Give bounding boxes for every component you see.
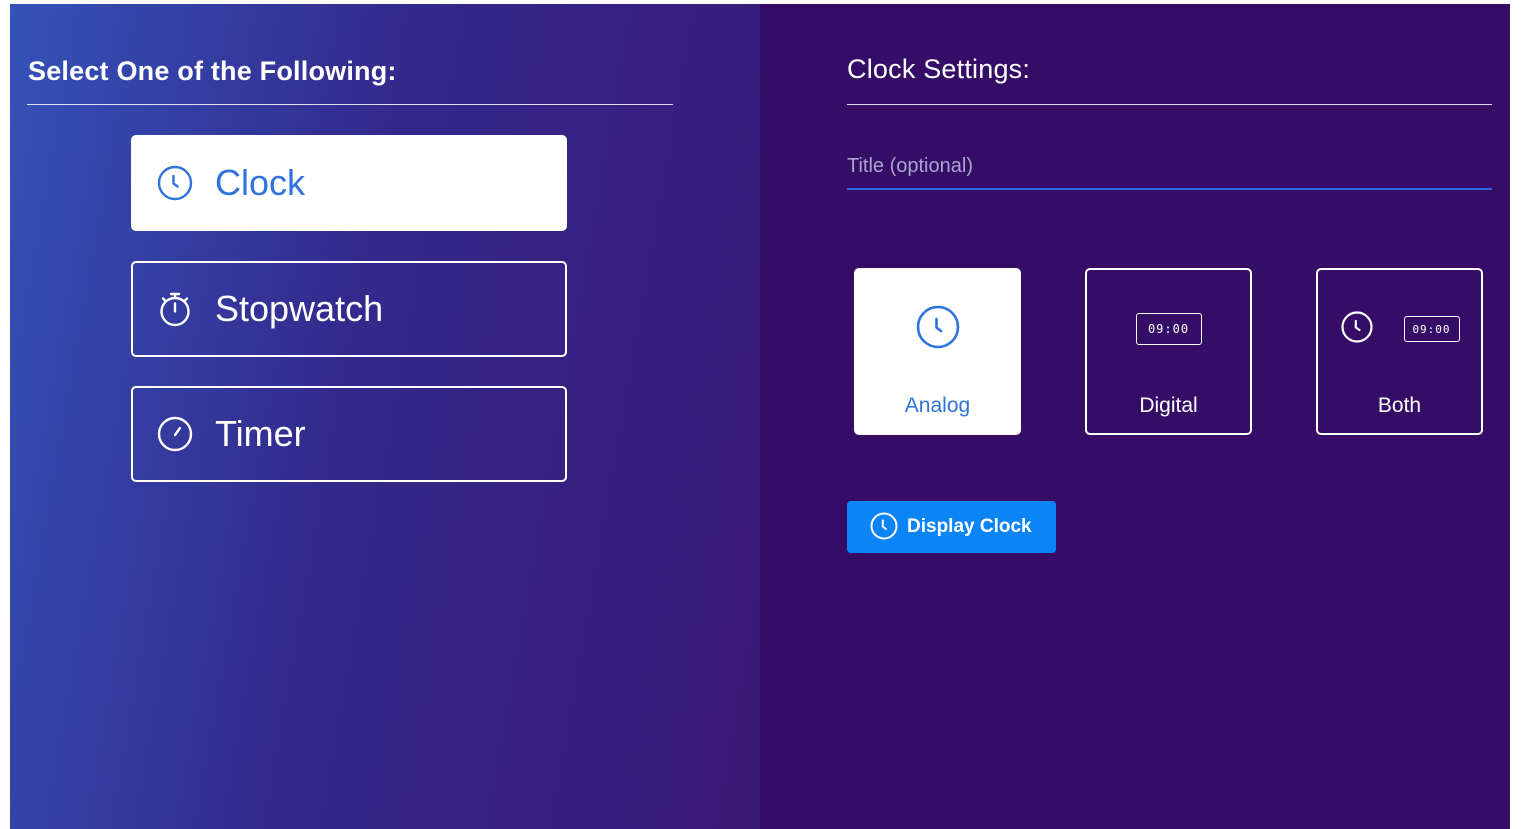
stopwatch-icon xyxy=(155,289,195,329)
clock-settings-panel: Clock Settings: Analog 09:00 Digital xyxy=(760,4,1510,829)
app-window: Select One of the Following: Clock Stopw… xyxy=(10,4,1510,829)
display-clock-button[interactable]: Display Clock xyxy=(847,501,1056,553)
style-option-label: Digital xyxy=(1139,394,1198,417)
style-option-analog[interactable]: Analog xyxy=(854,268,1021,435)
timer-icon xyxy=(155,414,195,454)
style-option-label: Analog xyxy=(904,394,971,417)
analog-clock-icon xyxy=(915,304,961,355)
mode-option-stopwatch[interactable]: Stopwatch xyxy=(131,261,567,357)
digital-clock-icon: 09:00 xyxy=(1403,316,1460,342)
display-clock-label: Display Clock xyxy=(907,516,1032,537)
style-option-label: Both xyxy=(1377,394,1422,417)
settings-heading-divider xyxy=(847,104,1492,105)
style-option-digital[interactable]: 09:00 Digital xyxy=(1085,268,1252,435)
mode-heading-divider xyxy=(27,104,673,105)
title-field-container xyxy=(847,144,1492,200)
style-option-both[interactable]: 09:00 Both xyxy=(1316,268,1483,435)
clock-icon xyxy=(155,163,195,203)
analog-clock-icon xyxy=(1340,310,1374,349)
analog-and-digital-icon: 09:00 xyxy=(1318,306,1481,352)
mode-selection-panel: Select One of the Following: Clock Stopw… xyxy=(10,4,760,829)
mode-option-label: Timer xyxy=(215,413,306,454)
mode-selection-heading: Select One of the Following: xyxy=(28,56,397,86)
title-input[interactable] xyxy=(847,144,1492,200)
mode-option-label: Stopwatch xyxy=(215,288,384,329)
digital-clock-icon: 09:00 xyxy=(1135,313,1202,345)
mode-option-clock[interactable]: Clock xyxy=(131,135,567,231)
clock-icon xyxy=(869,511,899,544)
clock-settings-heading: Clock Settings: xyxy=(847,54,1031,84)
mode-option-timer[interactable]: Timer xyxy=(131,386,567,482)
mode-option-label: Clock xyxy=(215,162,306,203)
